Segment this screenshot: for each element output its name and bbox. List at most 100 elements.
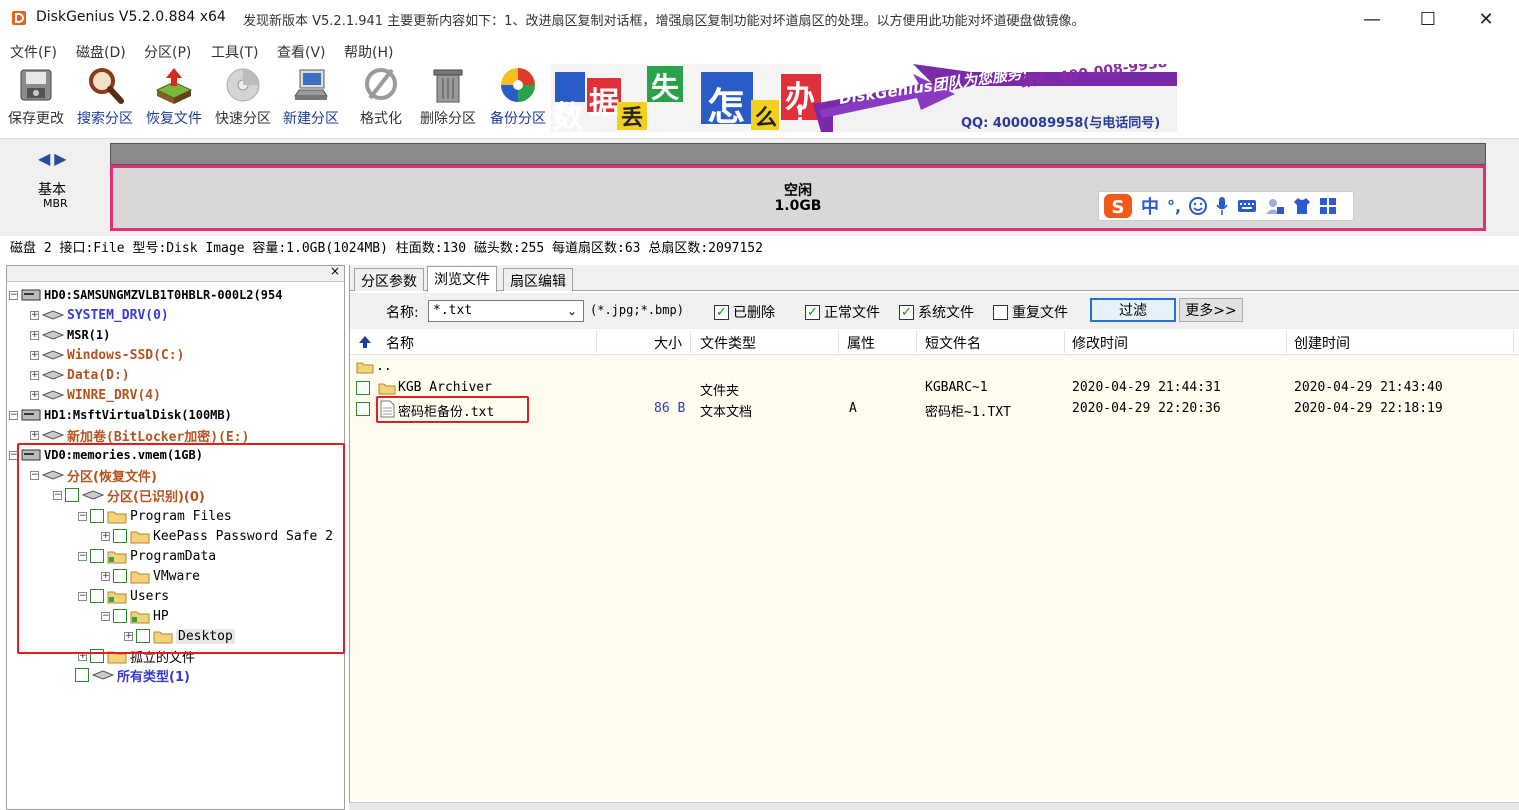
col-size[interactable]: 大小 [654, 333, 682, 353]
tree-node-all-types[interactable]: 所有类型(1) [72, 665, 190, 685]
empty-checkbox-box [993, 304, 1008, 320]
col-divider[interactable] [596, 331, 597, 353]
col-attr[interactable]: 属性 [847, 333, 875, 353]
tree-label: WINRE_DRV(4) [67, 387, 161, 403]
checkmark-icon: ✓ [805, 304, 820, 320]
save-changes-icon [20, 69, 52, 101]
delete-partition-button[interactable]: 删除分区 [413, 64, 483, 130]
tree-panel-close-button[interactable]: × [330, 264, 340, 278]
tree-label: 新加卷(BitLocker加密)(E:) [67, 429, 250, 445]
col-divider[interactable] [838, 331, 839, 353]
tree-expander[interactable]: + [30, 330, 39, 340]
col-short-name[interactable]: 短文件名 [925, 333, 981, 353]
col-divider[interactable] [690, 331, 691, 353]
filter-button[interactable]: 过滤 [1090, 298, 1176, 322]
tree-expander[interactable]: + [30, 430, 39, 440]
tree-checkbox[interactable] [75, 668, 89, 682]
new-partition-label: 新建分区 [283, 111, 339, 127]
col-name[interactable]: 名称 [386, 333, 414, 353]
skin-shirt-icon[interactable] [1293, 197, 1311, 215]
update-notice[interactable]: 发现新版本 V5.2.1.941 主要更新内容如下：1、改进扇区复制对话框，增强… [243, 10, 1084, 29]
tab-sector-edit[interactable]: 扇区编辑 [503, 268, 573, 291]
horizontal-scrollbar[interactable] [349, 802, 1519, 810]
file-highlight-annotation [376, 396, 529, 423]
chevron-down-icon[interactable]: ⌄ [562, 301, 582, 321]
normal-files-checkbox[interactable]: ✓ 正常文件 [805, 302, 880, 322]
tree-node-windows-ssd[interactable]: + Windows-SSD(C:) [30, 345, 184, 365]
title-bar: DiskGenius V5.2.0.884 x64 发现新版本 V5.2.1.9… [0, 0, 1519, 38]
save-changes-button[interactable]: 保存更改 [1, 64, 71, 130]
col-divider[interactable] [916, 331, 917, 353]
up-directory-icon[interactable] [358, 335, 372, 349]
col-type[interactable]: 文件类型 [700, 333, 756, 353]
disk-capacity-strip [110, 143, 1486, 165]
tree-expander[interactable]: + [30, 350, 39, 360]
microphone-icon[interactable] [1215, 196, 1229, 216]
search-partition-button[interactable]: 搜索分区 [70, 64, 140, 130]
duplicate-files-checkbox[interactable]: 重复文件 [993, 302, 1068, 322]
tree-node-data[interactable]: + Data(D:) [30, 365, 130, 385]
file-checkbox[interactable] [356, 381, 370, 395]
menu-disk[interactable]: 磁盘(D) [76, 42, 126, 62]
tree-expander[interactable]: − [9, 290, 18, 300]
sogou-logo-icon: S [1104, 194, 1132, 218]
recover-files-label: 恢复文件 [146, 111, 202, 127]
tree-node-system-drv[interactable]: + SYSTEM_DRV(0) [30, 305, 169, 325]
recover-files-button[interactable]: 恢复文件 [139, 64, 209, 130]
ime-punct-toggle[interactable]: °, [1167, 197, 1181, 216]
system-files-checkbox[interactable]: ✓ 系统文件 [899, 302, 974, 322]
disk-nav-arrows[interactable]: ◀▶ [38, 149, 71, 168]
user-center-icon[interactable] [1265, 197, 1285, 215]
col-divider[interactable] [1513, 331, 1514, 353]
tab-partition-params[interactable]: 分区参数 [354, 268, 424, 291]
menu-partition[interactable]: 分区(P) [144, 42, 191, 62]
maximize-button[interactable]: ☐ [1400, 0, 1456, 38]
tree-expander[interactable]: − [9, 410, 18, 420]
deleted-checkbox[interactable]: ✓ 已删除 [714, 302, 775, 322]
more-button[interactable]: 更多>> [1179, 298, 1243, 322]
tree-node-winre-drv[interactable]: + WINRE_DRV(4) [30, 385, 161, 405]
advert-banner[interactable]: 数 据 丢 失 怎 么 办 ! DiskGenius团队为您服务! 致电: 40… [551, 64, 1177, 132]
banner-qq-text: QQ: 4000089958(与电话同号) [961, 116, 1161, 131]
tree-label: HD0:SAMSUNGMZVLB1T0HBLR-000L2(954 [44, 288, 283, 302]
new-partition-icon [294, 69, 328, 100]
file-row-parent[interactable]: .. [350, 357, 1519, 378]
tree-expander[interactable]: + [30, 310, 39, 320]
tree-node-hd1[interactable]: − HD1:MsftVirtualDisk(100MB) [9, 405, 232, 425]
tree-node-bitlocker[interactable]: + 新加卷(BitLocker加密)(E:) [30, 425, 249, 445]
tree-node-msr[interactable]: + MSR(1) [30, 325, 110, 345]
file-short-name: 密码柜~1.TXT [925, 405, 1011, 420]
backup-partition-button[interactable]: 备份分区 [483, 64, 553, 130]
tab-browse-files[interactable]: 浏览文件 [427, 266, 497, 292]
tree-expander[interactable]: + [30, 390, 39, 400]
keyboard-icon[interactable] [1237, 198, 1257, 214]
menu-help[interactable]: 帮助(H) [344, 42, 393, 62]
banner-char-8: ! [795, 102, 806, 127]
minimize-button[interactable]: — [1344, 0, 1400, 38]
file-created: 2020-04-29 21:43:40 [1294, 380, 1443, 395]
menu-file[interactable]: 文件(F) [10, 42, 57, 62]
file-size: 86 B [654, 401, 686, 416]
quick-partition-button[interactable]: 快速分区 [208, 64, 278, 130]
menu-view[interactable]: 查看(V) [277, 42, 326, 62]
menu-tools[interactable]: 工具(T) [211, 42, 258, 62]
toolbox-grid-icon[interactable] [1319, 197, 1337, 215]
tree-node-hd0[interactable]: − HD0:SAMSUNGMZVLB1T0HBLR-000L2(954 [9, 285, 282, 305]
format-button[interactable]: 格式化 [346, 64, 416, 130]
ime-toolbar[interactable]: S 中 °, [1098, 191, 1354, 221]
name-filter-input[interactable]: *.txt [428, 300, 584, 322]
tree-highlight-annotation [17, 443, 345, 654]
ime-lang-toggle[interactable]: 中 [1141, 193, 1159, 219]
tree-expander[interactable]: + [30, 370, 39, 380]
svg-text:S: S [1112, 197, 1125, 218]
col-divider[interactable] [1286, 331, 1287, 353]
file-list-header: 名称 大小 文件类型 属性 短文件名 修改时间 创建时间 [350, 329, 1519, 355]
new-partition-button[interactable]: 新建分区 [276, 64, 346, 130]
emoji-icon[interactable] [1189, 197, 1208, 215]
col-modified[interactable]: 修改时间 [1072, 333, 1128, 353]
col-divider[interactable] [1064, 331, 1065, 353]
file-checkbox[interactable] [356, 402, 370, 416]
col-created[interactable]: 创建时间 [1294, 333, 1350, 353]
tree-label: 所有类型(1) [117, 669, 190, 685]
close-button[interactable]: ✕ [1458, 0, 1514, 38]
